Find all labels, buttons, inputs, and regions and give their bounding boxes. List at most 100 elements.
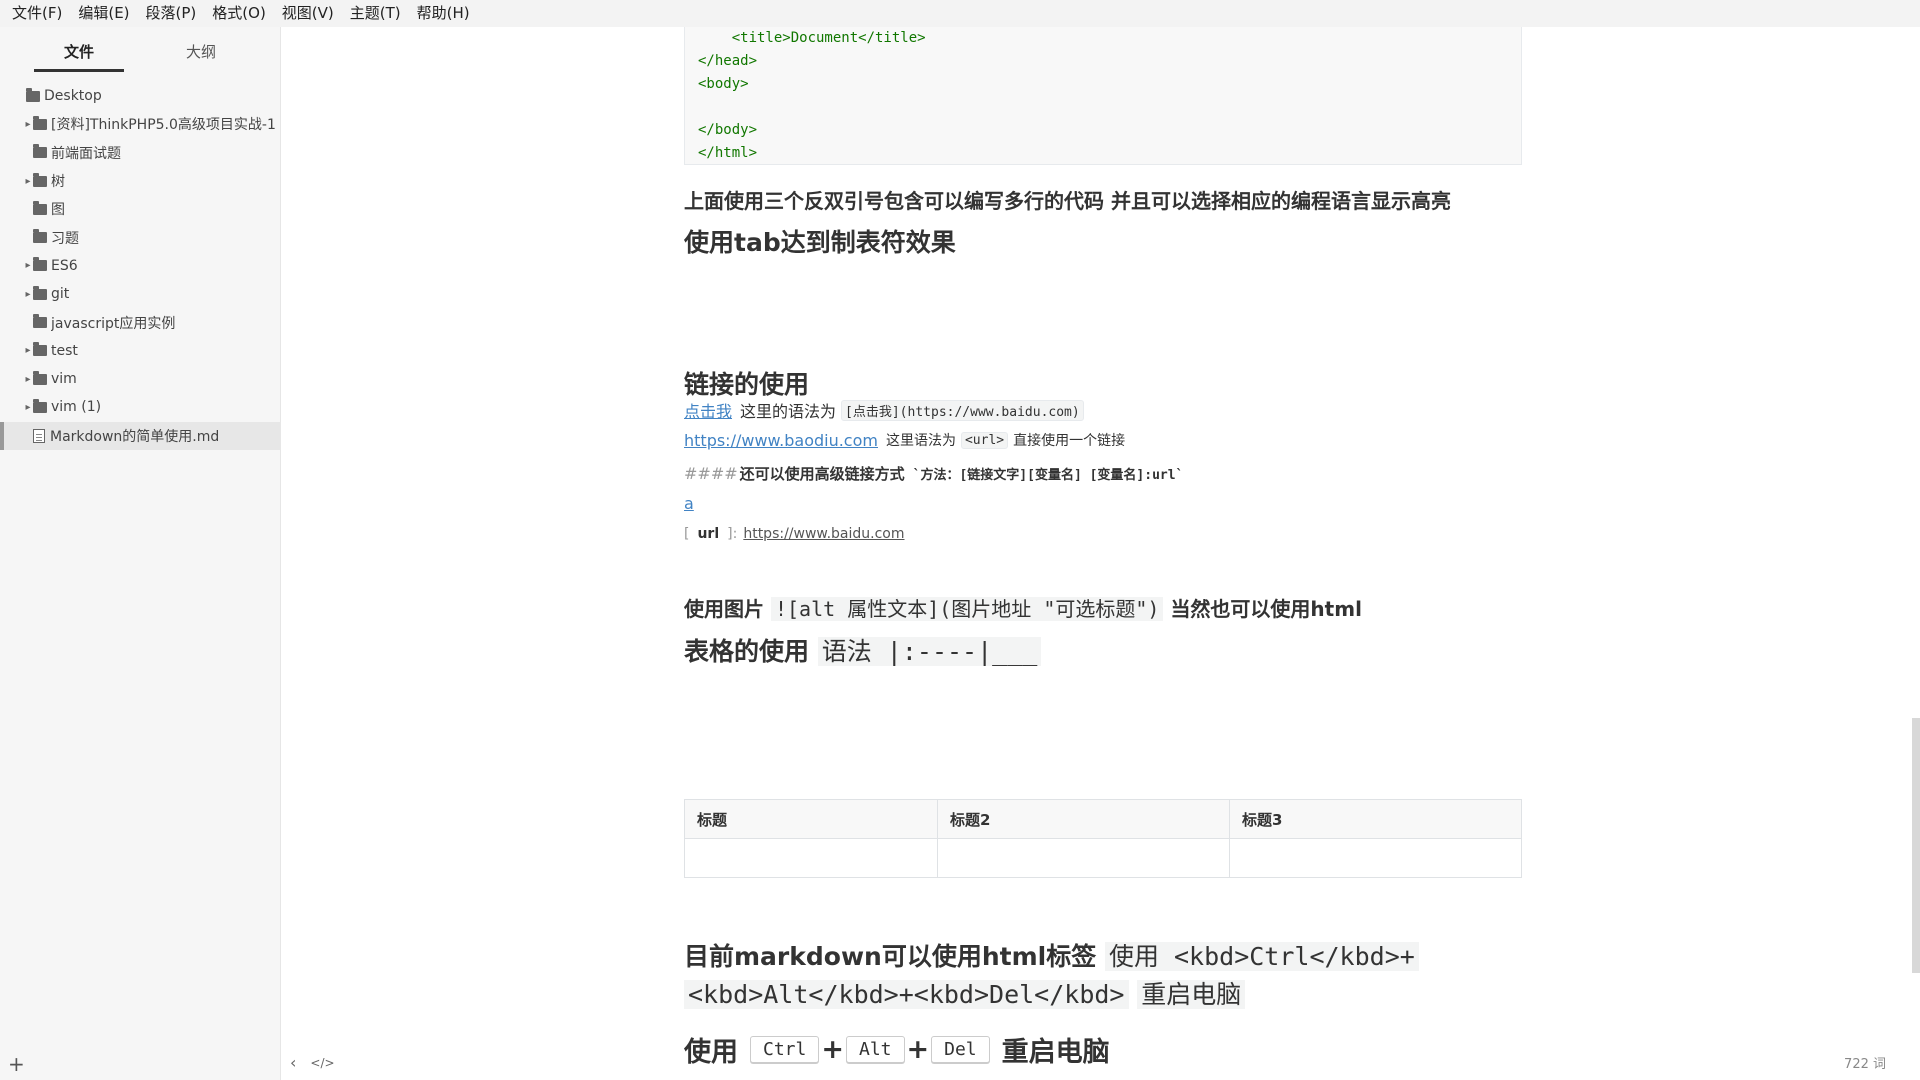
tree-folder-item[interactable]: ▸ vim (1) [0, 393, 281, 421]
heading-links: 链接的使用 [684, 370, 810, 399]
tree-folder-item[interactable]: ▸ test [0, 337, 281, 365]
table-cell[interactable] [937, 838, 1230, 878]
back-icon[interactable]: ‹ [290, 1053, 296, 1072]
tree-folder-item[interactable]: ▸ ES6 [0, 252, 281, 280]
tree-folder-item[interactable]: ▸ git [0, 280, 281, 308]
tree-item-label: 前端面试题 [51, 145, 121, 162]
tree-folder-item[interactable]: ▸ vim [0, 365, 281, 393]
caret-right-icon[interactable]: ▸ [23, 119, 33, 130]
menu-help[interactable]: 帮助(H) [409, 0, 478, 27]
tree-item-label: Markdown的简单使用.md [50, 428, 220, 445]
add-icon[interactable]: + [8, 1052, 25, 1076]
tree-item-label: vim [51, 371, 77, 388]
link2-code: <url> [960, 431, 1009, 449]
caret-right-icon[interactable]: ▸ [23, 345, 33, 356]
caret-right-icon[interactable]: ▸ [23, 374, 33, 385]
link-click-me[interactable]: 点击我 [684, 398, 732, 422]
tree-item-label: git [51, 286, 70, 303]
link-line-2: https://www.baodiu.com 这里语法为 <url> 直接使用一… [684, 430, 1125, 450]
tree-folder-item[interactable]: 图 [0, 195, 281, 223]
folder-icon [33, 285, 47, 300]
scrollbar[interactable] [1912, 718, 1920, 973]
tree-item-label: ES6 [51, 257, 78, 274]
table-usage-line: 表格的使用 语法 |:----|___ [684, 632, 1042, 668]
paragraph-tab-note: 使用tab达到制表符效果 [684, 228, 956, 257]
code-line: </html> [698, 145, 758, 161]
code-block[interactable]: <title>Document</title> </head> <body> <… [684, 27, 1522, 165]
sidebar-tabs: 文件 大纲 [0, 27, 280, 73]
menu-format[interactable]: 格式(O) [204, 0, 274, 27]
image-syntax: ![alt 属性文本](图片地址 "可选标题") [770, 597, 1164, 621]
markdown-table[interactable]: 标题 标题2 标题3 [684, 799, 1522, 878]
link1-desc: 这里的语法为 [740, 402, 837, 421]
caret-right-icon[interactable]: ▸ [23, 289, 33, 300]
link-baodiu[interactable]: https://www.baodiu.com [684, 431, 878, 450]
image-usage-line: 使用图片 ![alt 属性文本](图片地址 "可选标题") 当然也可以使用htm… [684, 593, 1362, 622]
menu-file[interactable]: 文件(F) [4, 0, 70, 27]
tree-folder-item[interactable]: Desktop [0, 82, 281, 110]
table-header-row: 标题 标题2 标题3 [684, 799, 1522, 839]
ref-url[interactable]: https://www.baidu.com [743, 526, 904, 542]
link-a[interactable]: a [684, 494, 694, 513]
folder-icon [33, 370, 47, 385]
code-line: <title>Document</title> [698, 30, 926, 46]
table-cell[interactable] [684, 838, 938, 878]
link-a-line: a [684, 494, 694, 513]
folder-icon [33, 200, 47, 215]
tab-outline[interactable]: 大纲 [156, 41, 246, 62]
tree-file-item[interactable]: Markdown的简单使用.md [0, 421, 281, 451]
tree-item-label: 习题 [51, 230, 79, 247]
table-row [684, 838, 1522, 878]
html-code-1: 使用 <kbd>Ctrl</kbd>+ [1104, 942, 1419, 971]
file-tree: Desktop ▸ [资料]ThinkPHP5.0高级项目实战-1 前端面试题 ▸ 树图习… [0, 82, 281, 451]
html-usage-line-1: 目前markdown可以使用html标签 使用 <kbd>Ctrl</kbd>+ [684, 937, 1419, 973]
folder-icon [26, 87, 40, 102]
sidebar: 文件 大纲 Desktop ▸ [资料]ThinkPHP5.0高级项目实战-1 前端面… [0, 27, 281, 1080]
table-header-cell[interactable]: 标题 [684, 799, 938, 839]
kbd-plus: + [906, 1034, 930, 1065]
source-code-icon[interactable]: </> [310, 1056, 334, 1072]
code-line: </body> [698, 122, 758, 138]
tree-folder-item[interactable]: 习题 [0, 223, 281, 251]
folder-icon [33, 144, 47, 159]
tree-folder-item[interactable]: ▸ [资料]ThinkPHP5.0高级项目实战-1 [0, 110, 281, 138]
word-count[interactable]: 722 词 [1844, 1053, 1886, 1072]
tree-folder-item[interactable]: ▸ 树 [0, 167, 281, 195]
table-header-cell[interactable]: 标题2 [937, 799, 1230, 839]
link1-code: [点击我](https://www.baidu.com) [841, 399, 1084, 421]
link-line-1: 点击我 这里的语法为 [点击我](https://www.baidu.com) [684, 398, 1089, 422]
html-usage-line-2: <kbd>Alt</kbd>+<kbd>Del</kbd> 重启电脑 [684, 975, 1246, 1011]
tab-files[interactable]: 文件 [34, 41, 124, 62]
kbd-alt: Alt [845, 1036, 905, 1063]
menu-edit[interactable]: 编辑(E) [70, 0, 137, 27]
ref-close-bracket: ]: [727, 526, 738, 542]
link2-desc2: 直接使用一个链接 [1013, 433, 1126, 449]
caret-right-icon[interactable]: ▸ [23, 176, 33, 187]
tree-item-label: javascript应用实例 [51, 315, 176, 332]
html-suffix: 重启电脑 [1137, 980, 1246, 1009]
editor[interactable]: <title>Document</title> </head> <body> <… [282, 27, 1920, 1080]
menu-view[interactable]: 视图(V) [274, 0, 342, 27]
caret-right-icon[interactable]: ▸ [23, 402, 33, 413]
caret-right-icon[interactable]: ▸ [23, 260, 33, 271]
menu-theme[interactable]: 主题(T) [342, 0, 409, 27]
code-line: <body> [698, 76, 749, 92]
heading-hash: #### [684, 464, 738, 483]
folder-icon [33, 115, 47, 130]
html-code-2: <kbd>Alt</kbd>+<kbd>Del</kbd> [684, 980, 1129, 1009]
tree-folder-item[interactable]: javascript应用实例 [0, 308, 281, 336]
table-header-cell[interactable]: 标题3 [1229, 799, 1522, 839]
table-cell[interactable] [1229, 838, 1522, 878]
file-icon [33, 428, 45, 443]
menu-paragraph[interactable]: 段落(P) [138, 0, 205, 27]
tree-item-label: test [51, 342, 78, 359]
folder-icon [33, 172, 47, 187]
tree-folder-item[interactable]: 前端面试题 [0, 139, 281, 167]
kbd-suffix: 重启电脑 [1001, 1037, 1110, 1068]
code-line: </head> [698, 53, 758, 69]
tree-item-label: Desktop [44, 88, 102, 105]
table-prefix: 表格的使用 [684, 637, 810, 666]
kbd-ctrl: Ctrl [750, 1036, 820, 1063]
folder-icon [33, 229, 47, 244]
